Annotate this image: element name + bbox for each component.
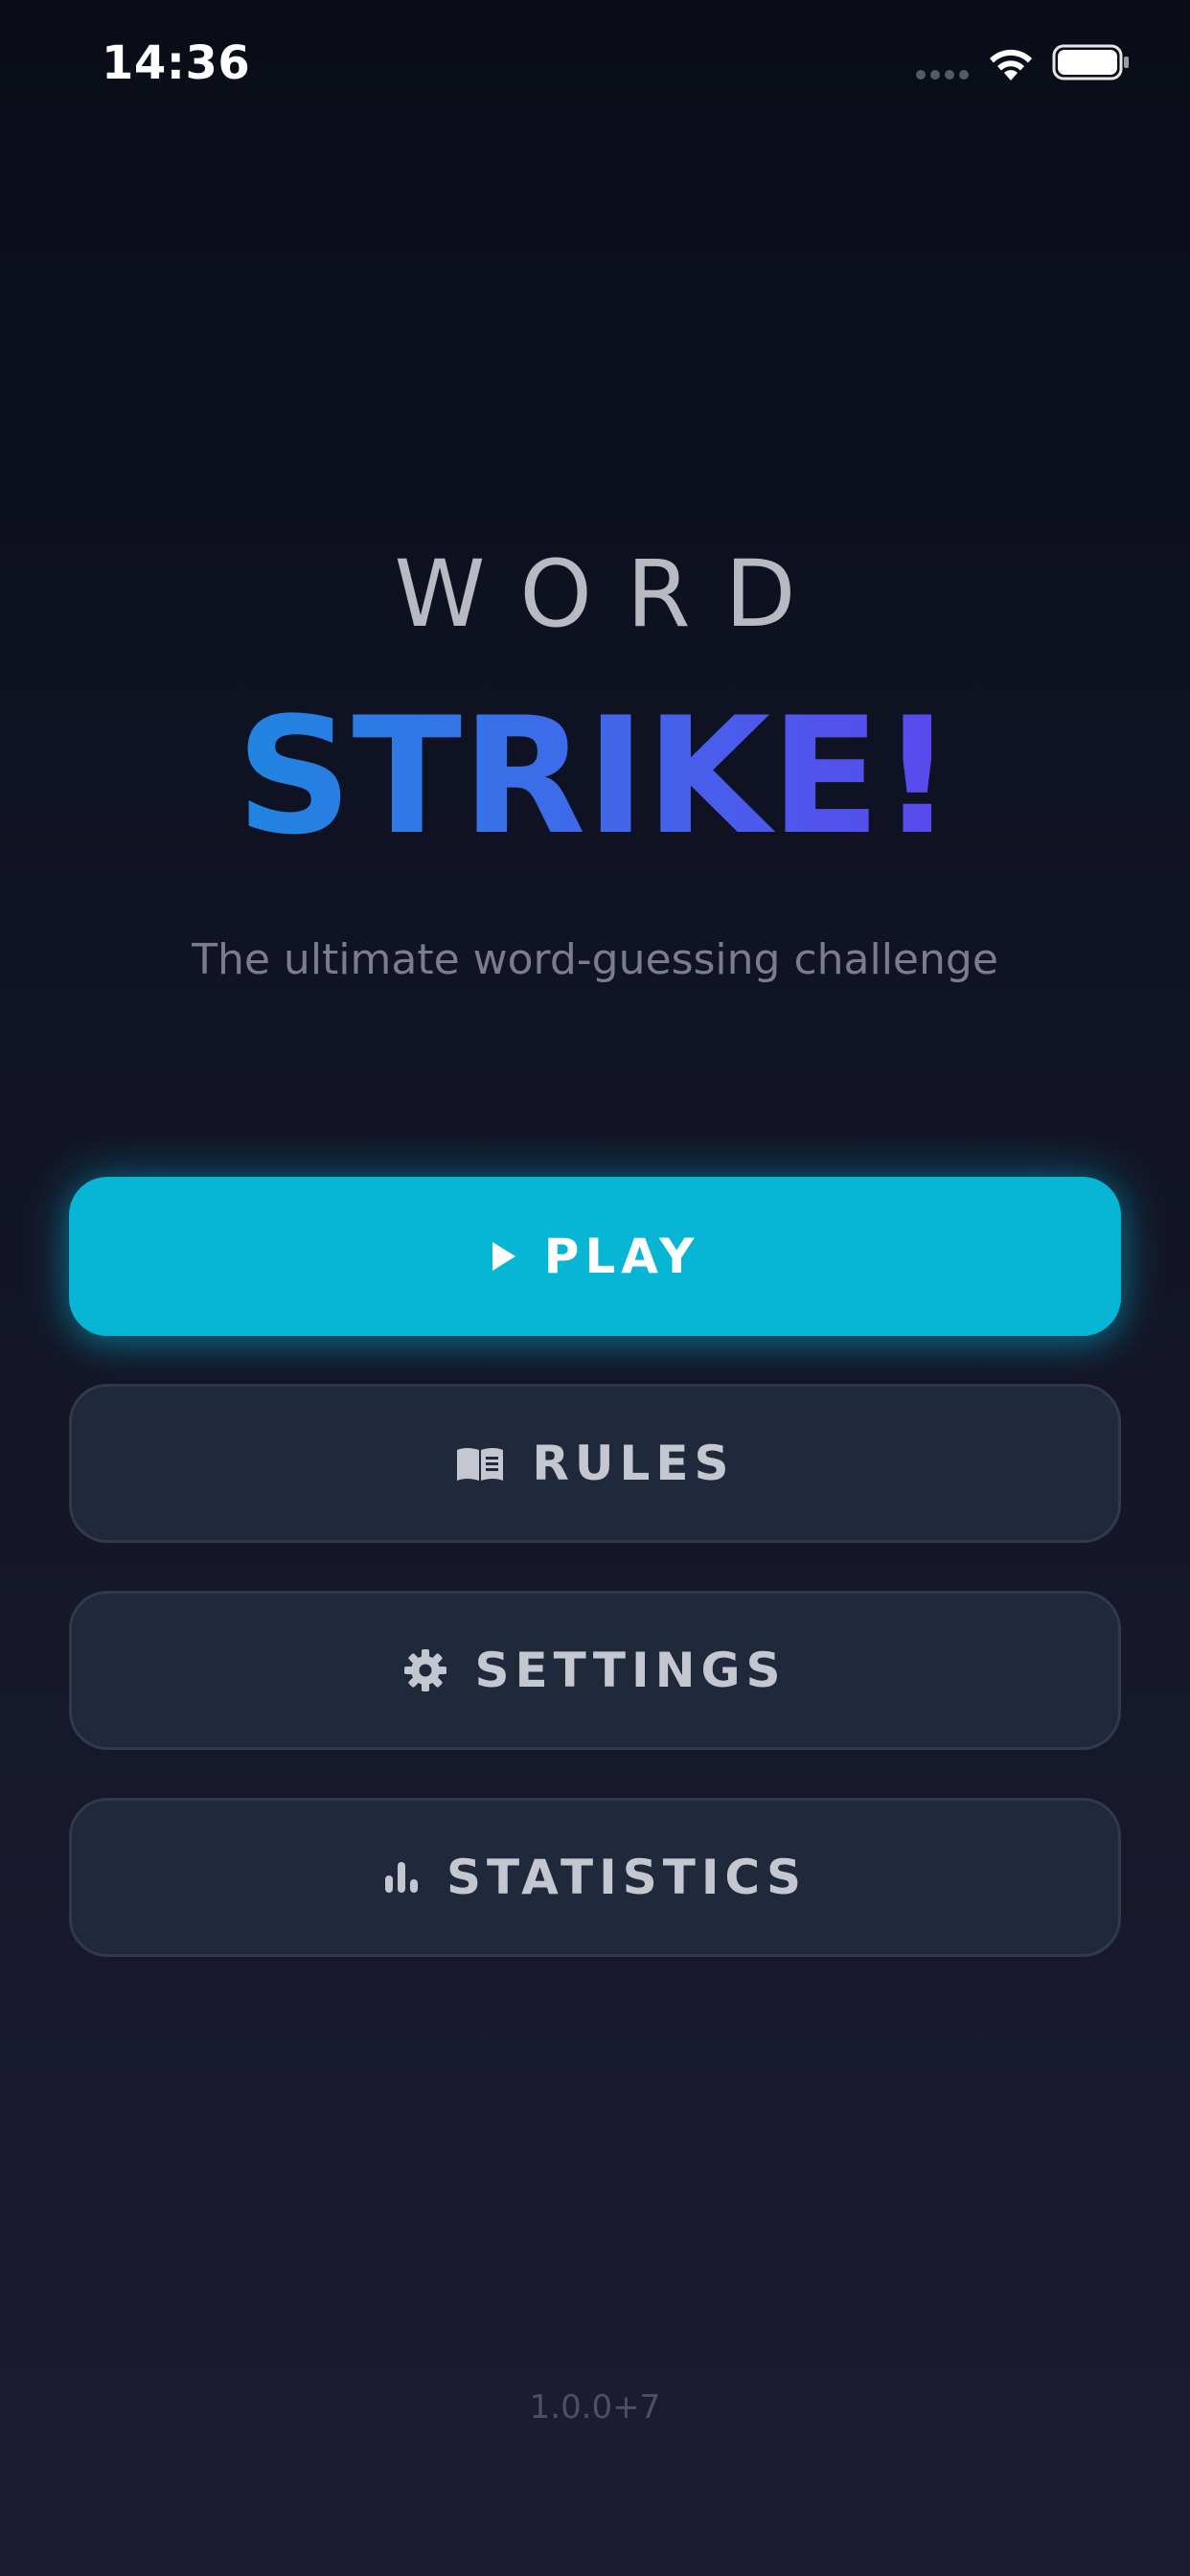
status-bar: 14:36 xyxy=(0,0,1190,134)
bar-chart-icon xyxy=(383,1860,420,1895)
title-word: WORD xyxy=(394,540,831,648)
settings-button[interactable]: SETTINGS xyxy=(69,1591,1121,1750)
settings-button-label: SETTINGS xyxy=(474,1643,787,1698)
gear-icon xyxy=(403,1648,447,1692)
statistics-button[interactable]: STATISTICS xyxy=(69,1798,1121,1957)
title-strike: STRIKE! xyxy=(0,690,1190,862)
main-menu: PLAY RULES SETTINGS STATISTICS xyxy=(69,1177,1121,2005)
signal-dots-icon xyxy=(916,70,969,80)
wifi-icon xyxy=(990,49,1032,80)
rules-button-label: RULES xyxy=(532,1436,735,1491)
statistics-button-label: STATISTICS xyxy=(446,1850,808,1905)
book-icon xyxy=(455,1444,505,1483)
battery-icon xyxy=(1052,44,1129,80)
play-button[interactable]: PLAY xyxy=(69,1177,1121,1336)
rules-button[interactable]: RULES xyxy=(69,1384,1121,1543)
play-icon xyxy=(491,1240,517,1273)
subtitle: The ultimate word-guessing challenge xyxy=(192,935,998,984)
version-label: 1.0.0+7 xyxy=(529,2388,661,2426)
status-time: 14:36 xyxy=(102,36,251,90)
play-button-label: PLAY xyxy=(543,1229,700,1284)
title-strike-text: STRIKE! xyxy=(236,682,954,870)
